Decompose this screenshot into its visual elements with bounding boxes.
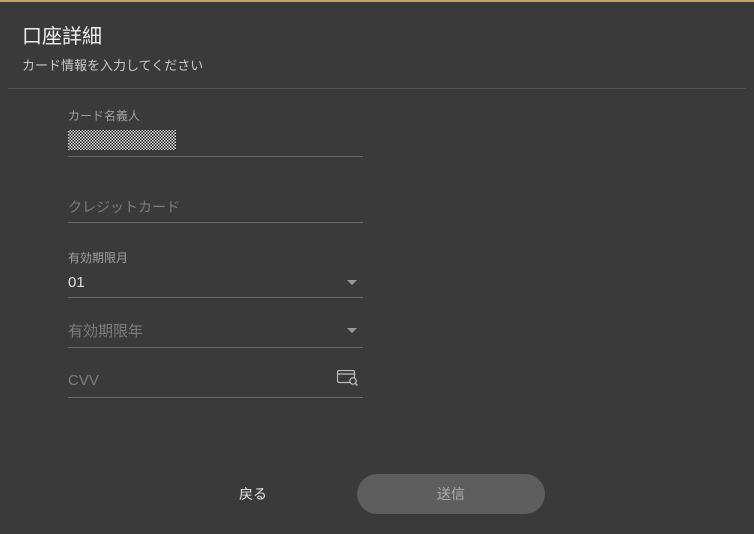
exp-month-field: 有効期限月 01 [68,249,363,298]
cardnumber-input[interactable] [68,191,363,223]
page-subtitle: カード情報を入力してください [22,55,732,74]
chevron-down-icon [347,328,357,333]
page-title: 口座詳細 [22,20,732,49]
credit-card-search-icon [337,370,359,391]
payment-form: カード名義人 有効期限月 01 有効期限年 [0,89,754,424]
exp-month-label: 有効期限月 [68,249,363,266]
exp-year-placeholder: 有効期限年 [68,320,143,341]
exp-year-select[interactable]: 有効期限年 [68,314,363,348]
exp-year-field: 有効期限年 [68,314,363,348]
cvv-field [68,364,363,398]
cardnumber-field [68,191,363,223]
exp-month-value: 01 [68,274,85,291]
cvv-input[interactable] [68,372,337,389]
cardholder-input[interactable] [68,126,363,157]
cardholder-label: カード名義人 [68,107,363,124]
cardholder-field: カード名義人 [68,107,363,157]
back-button[interactable]: 戻る [209,474,297,514]
exp-month-select[interactable]: 01 [68,268,363,298]
submit-button[interactable]: 送信 [357,474,545,514]
button-row: 戻る 送信 [0,424,754,534]
cardholder-value-redacted [68,130,176,150]
header: 口座詳細 カード情報を入力してください [0,2,754,88]
chevron-down-icon [347,280,357,285]
